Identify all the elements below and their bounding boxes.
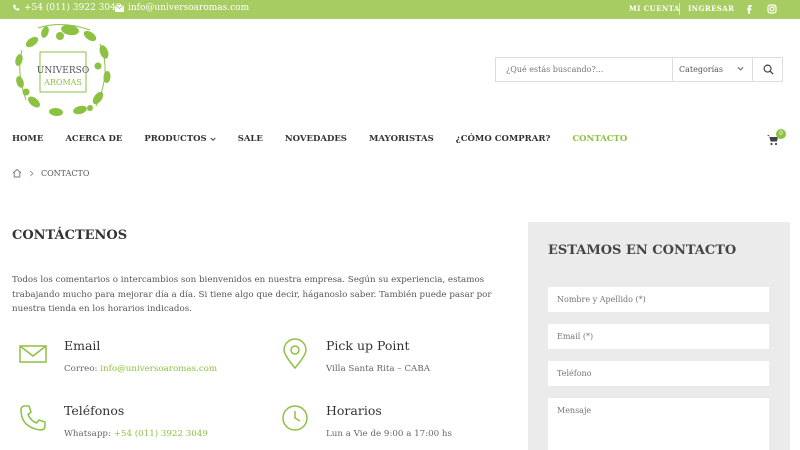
category-select-label: Categorías <box>679 65 724 74</box>
facebook-icon[interactable] <box>743 3 755 15</box>
main-nav: HOME ACERCA DE PRODUCTOS SALE NOVEDADES … <box>12 132 649 146</box>
breadcrumb: CONTACTO <box>12 168 89 178</box>
search-bar: Categorías <box>495 57 783 82</box>
email-title: Email <box>64 338 101 353</box>
breadcrumb-current: CONTACTO <box>41 168 90 178</box>
logo-emblem: UNIVERSO AROMAS <box>15 24 111 117</box>
nav-item-label: PRODUCTOS <box>144 134 207 144</box>
email-field[interactable] <box>548 324 769 349</box>
email-link[interactable]: info@universoaromas.com <box>100 364 217 374</box>
nav-item-label: NOVEDADES <box>284 134 347 144</box>
top-bar: +54 (011) 3922 3049 info@universoaromas.… <box>0 0 800 19</box>
whatsapp-link[interactable]: +54 (011) 3922 3049 <box>114 429 208 439</box>
phones-title: Teléfonos <box>64 403 125 418</box>
nav-item-productos[interactable]: PRODUCTOS <box>144 134 216 144</box>
category-select[interactable]: Categorías <box>672 58 752 81</box>
topbar-phone[interactable]: +54 (011) 3922 3049 <box>12 3 122 13</box>
email-prefix: Correo: <box>64 364 98 374</box>
nav-item-como-comprar[interactable]: ¿CÓMO COMPRAR? <box>456 134 551 144</box>
nav-item-label: CONTACTO <box>572 134 628 144</box>
chevron-down-icon <box>737 66 744 71</box>
nav-item-label: ¿CÓMO COMPRAR? <box>455 134 551 144</box>
site-logo[interactable]: UNIVERSO AROMAS <box>12 22 114 118</box>
search-icon <box>763 64 774 75</box>
topbar-phone-text: +54 (011) 3922 3049 <box>24 3 122 13</box>
map-pin-icon <box>283 338 307 370</box>
message-field[interactable] <box>548 398 769 450</box>
contact-form-panel: ESTAMOS EN CONTACTO <box>528 222 790 450</box>
hours-line: Lun a Vie de 9:00 a 17:00 hs <box>326 429 452 439</box>
phones-line: Whatsapp: +54 (011) 3922 3049 <box>64 429 208 439</box>
logo-text-universo: UNIVERSO <box>37 66 89 76</box>
topbar-email[interactable]: info@universoaromas.com <box>115 3 249 13</box>
pickup-title: Pick up Point <box>326 338 410 353</box>
my-account-link[interactable]: MI CUENTA <box>629 4 680 13</box>
pickup-location: Villa Santa Rita – CABA <box>326 364 430 374</box>
intro-text: Todos los comentarios o intercambios son… <box>12 275 492 314</box>
phone-icon <box>13 4 20 11</box>
name-field[interactable] <box>548 287 769 312</box>
nav-item-label: MAYORISTAS <box>368 134 434 144</box>
login-link[interactable]: INGRESAR <box>688 4 734 13</box>
home-icon[interactable] <box>12 168 22 178</box>
topbar-divider <box>679 3 680 15</box>
cart-button[interactable]: 0 <box>767 129 787 147</box>
nav-item-label: HOME <box>12 134 44 144</box>
email-line: Correo: info@universoaromas.com <box>64 364 217 374</box>
chevron-right-icon <box>29 170 34 176</box>
contact-form-title: ESTAMOS EN CONTACTO <box>548 243 737 258</box>
logo-text-aromas: AROMAS <box>43 78 82 87</box>
nav-item-mayoristas[interactable]: MAYORISTAS <box>369 134 434 144</box>
nav-item-home[interactable]: HOME <box>12 134 43 144</box>
search-button[interactable] <box>752 58 783 81</box>
envelope-icon <box>115 4 124 12</box>
phone-icon <box>20 405 46 431</box>
nav-item-novedades[interactable]: NOVEDADES <box>285 134 347 144</box>
instagram-icon[interactable] <box>766 3 778 15</box>
envelope-icon <box>19 345 47 363</box>
nav-item-label: ACERCA DE <box>65 134 123 144</box>
search-input[interactable] <box>496 58 672 81</box>
topbar-email-text: info@universoaromas.com <box>128 3 250 13</box>
nav-item-sale[interactable]: SALE <box>238 134 263 144</box>
clock-icon <box>282 405 308 431</box>
chevron-down-icon <box>210 137 216 141</box>
nav-item-contacto[interactable]: CONTACTO <box>572 134 627 144</box>
cart-count-badge: 0 <box>776 129 786 139</box>
phones-prefix: Whatsapp: <box>64 429 111 439</box>
hours-title: Horarios <box>326 403 382 418</box>
nav-item-label: SALE <box>237 134 263 144</box>
page-title: CONTÁCTENOS <box>12 228 128 243</box>
nav-item-acerca-de[interactable]: ACERCA DE <box>65 134 122 144</box>
phone-field[interactable] <box>548 361 769 386</box>
